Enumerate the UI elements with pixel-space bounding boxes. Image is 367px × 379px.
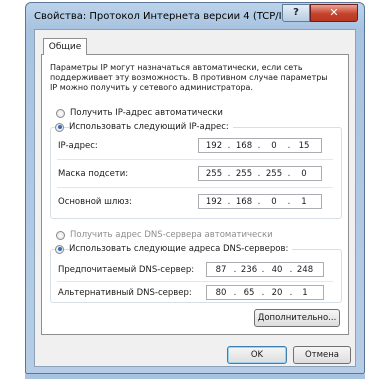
dns-manual-radio[interactable]: [55, 244, 64, 254]
cancel-button[interactable]: Отмена: [293, 346, 351, 364]
subnet-mask-input[interactable]: 255. 255. 255. 0: [198, 166, 322, 181]
ip-manual-radio[interactable]: [55, 122, 64, 132]
divider: [57, 159, 333, 160]
divider: [57, 187, 333, 188]
gateway-input[interactable]: 192. 168. 0. 1: [198, 194, 322, 209]
preferred-dns-input[interactable]: 87. 236. 40. 248: [206, 262, 324, 277]
ok-button[interactable]: OK: [227, 346, 287, 364]
window-title: Свойства: Протокол Интернета версии 4 (T…: [34, 11, 304, 22]
preferred-dns-label: Предпочитаемый DNS-сервер:: [58, 265, 195, 275]
dns-auto-label: Получить адрес DNS-сервера автоматически: [70, 230, 273, 240]
title-bar[interactable]: Свойства: Протокол Интернета версии 4 (T…: [26, 3, 364, 29]
gateway-row: Основной шлюз: 192. 168. 0. 1: [58, 194, 334, 211]
dns-manual-option[interactable]: Использовать следующие адреса DNS-сервер…: [55, 243, 293, 255]
ip-manual-option[interactable]: Использовать следующий IP-адрес:: [55, 121, 233, 133]
ip-auto-option[interactable]: Получить IP-адрес автоматически: [56, 107, 223, 119]
dns-auto-option[interactable]: Получить адрес DNS-сервера автоматически: [56, 229, 273, 241]
ip-manual-label: Использовать следующий IP-адрес:: [69, 122, 233, 132]
close-button[interactable]: ✕: [310, 4, 358, 22]
description-text: Параметры IP могут назначаться автоматич…: [50, 63, 328, 92]
ip-address-label: IP-адрес:: [58, 141, 98, 151]
ip-address-row: IP-адрес: 192. 168. 0. 15: [58, 138, 334, 155]
subnet-mask-label: Маска подсети:: [58, 169, 129, 179]
ip-group: Использовать следующий IP-адрес: IP-адре…: [50, 122, 342, 219]
ip-address-input[interactable]: 192. 168. 0. 15: [198, 138, 322, 153]
subnet-mask-row: Маска подсети: 255. 255. 255. 0: [58, 166, 334, 183]
dns-auto-radio[interactable]: [56, 230, 65, 240]
divider: [57, 281, 333, 282]
dns-manual-label: Использовать следующие адреса DNS-сервер…: [69, 244, 293, 254]
window-bottom-edge: [25, 374, 365, 379]
dialog-client: Общие Параметры IP могут назначаться авт…: [34, 29, 356, 367]
advanced-button[interactable]: Дополнительно...: [254, 309, 340, 327]
tab-general[interactable]: Общие: [43, 38, 87, 55]
alternate-dns-input[interactable]: 80. 65. 20. 1: [206, 285, 324, 300]
ip-auto-radio[interactable]: [56, 108, 65, 118]
dialog-window: Свойства: Протокол Интернета версии 4 (T…: [25, 2, 365, 374]
gateway-label: Основной шлюз:: [58, 197, 132, 207]
alternate-dns-label: Альтернативный DNS-сервер:: [58, 288, 192, 298]
help-button[interactable]: ?: [282, 4, 310, 22]
ip-auto-label: Получить IP-адрес автоматически: [70, 108, 223, 118]
preferred-dns-row: Предпочитаемый DNS-сервер: 87. 236. 40. …: [58, 262, 334, 279]
dns-group: Использовать следующие адреса DNS-сервер…: [50, 244, 342, 303]
alternate-dns-row: Альтернативный DNS-сервер: 80. 65. 20. 1: [58, 285, 334, 302]
general-panel: Параметры IP могут назначаться автоматич…: [41, 54, 349, 335]
